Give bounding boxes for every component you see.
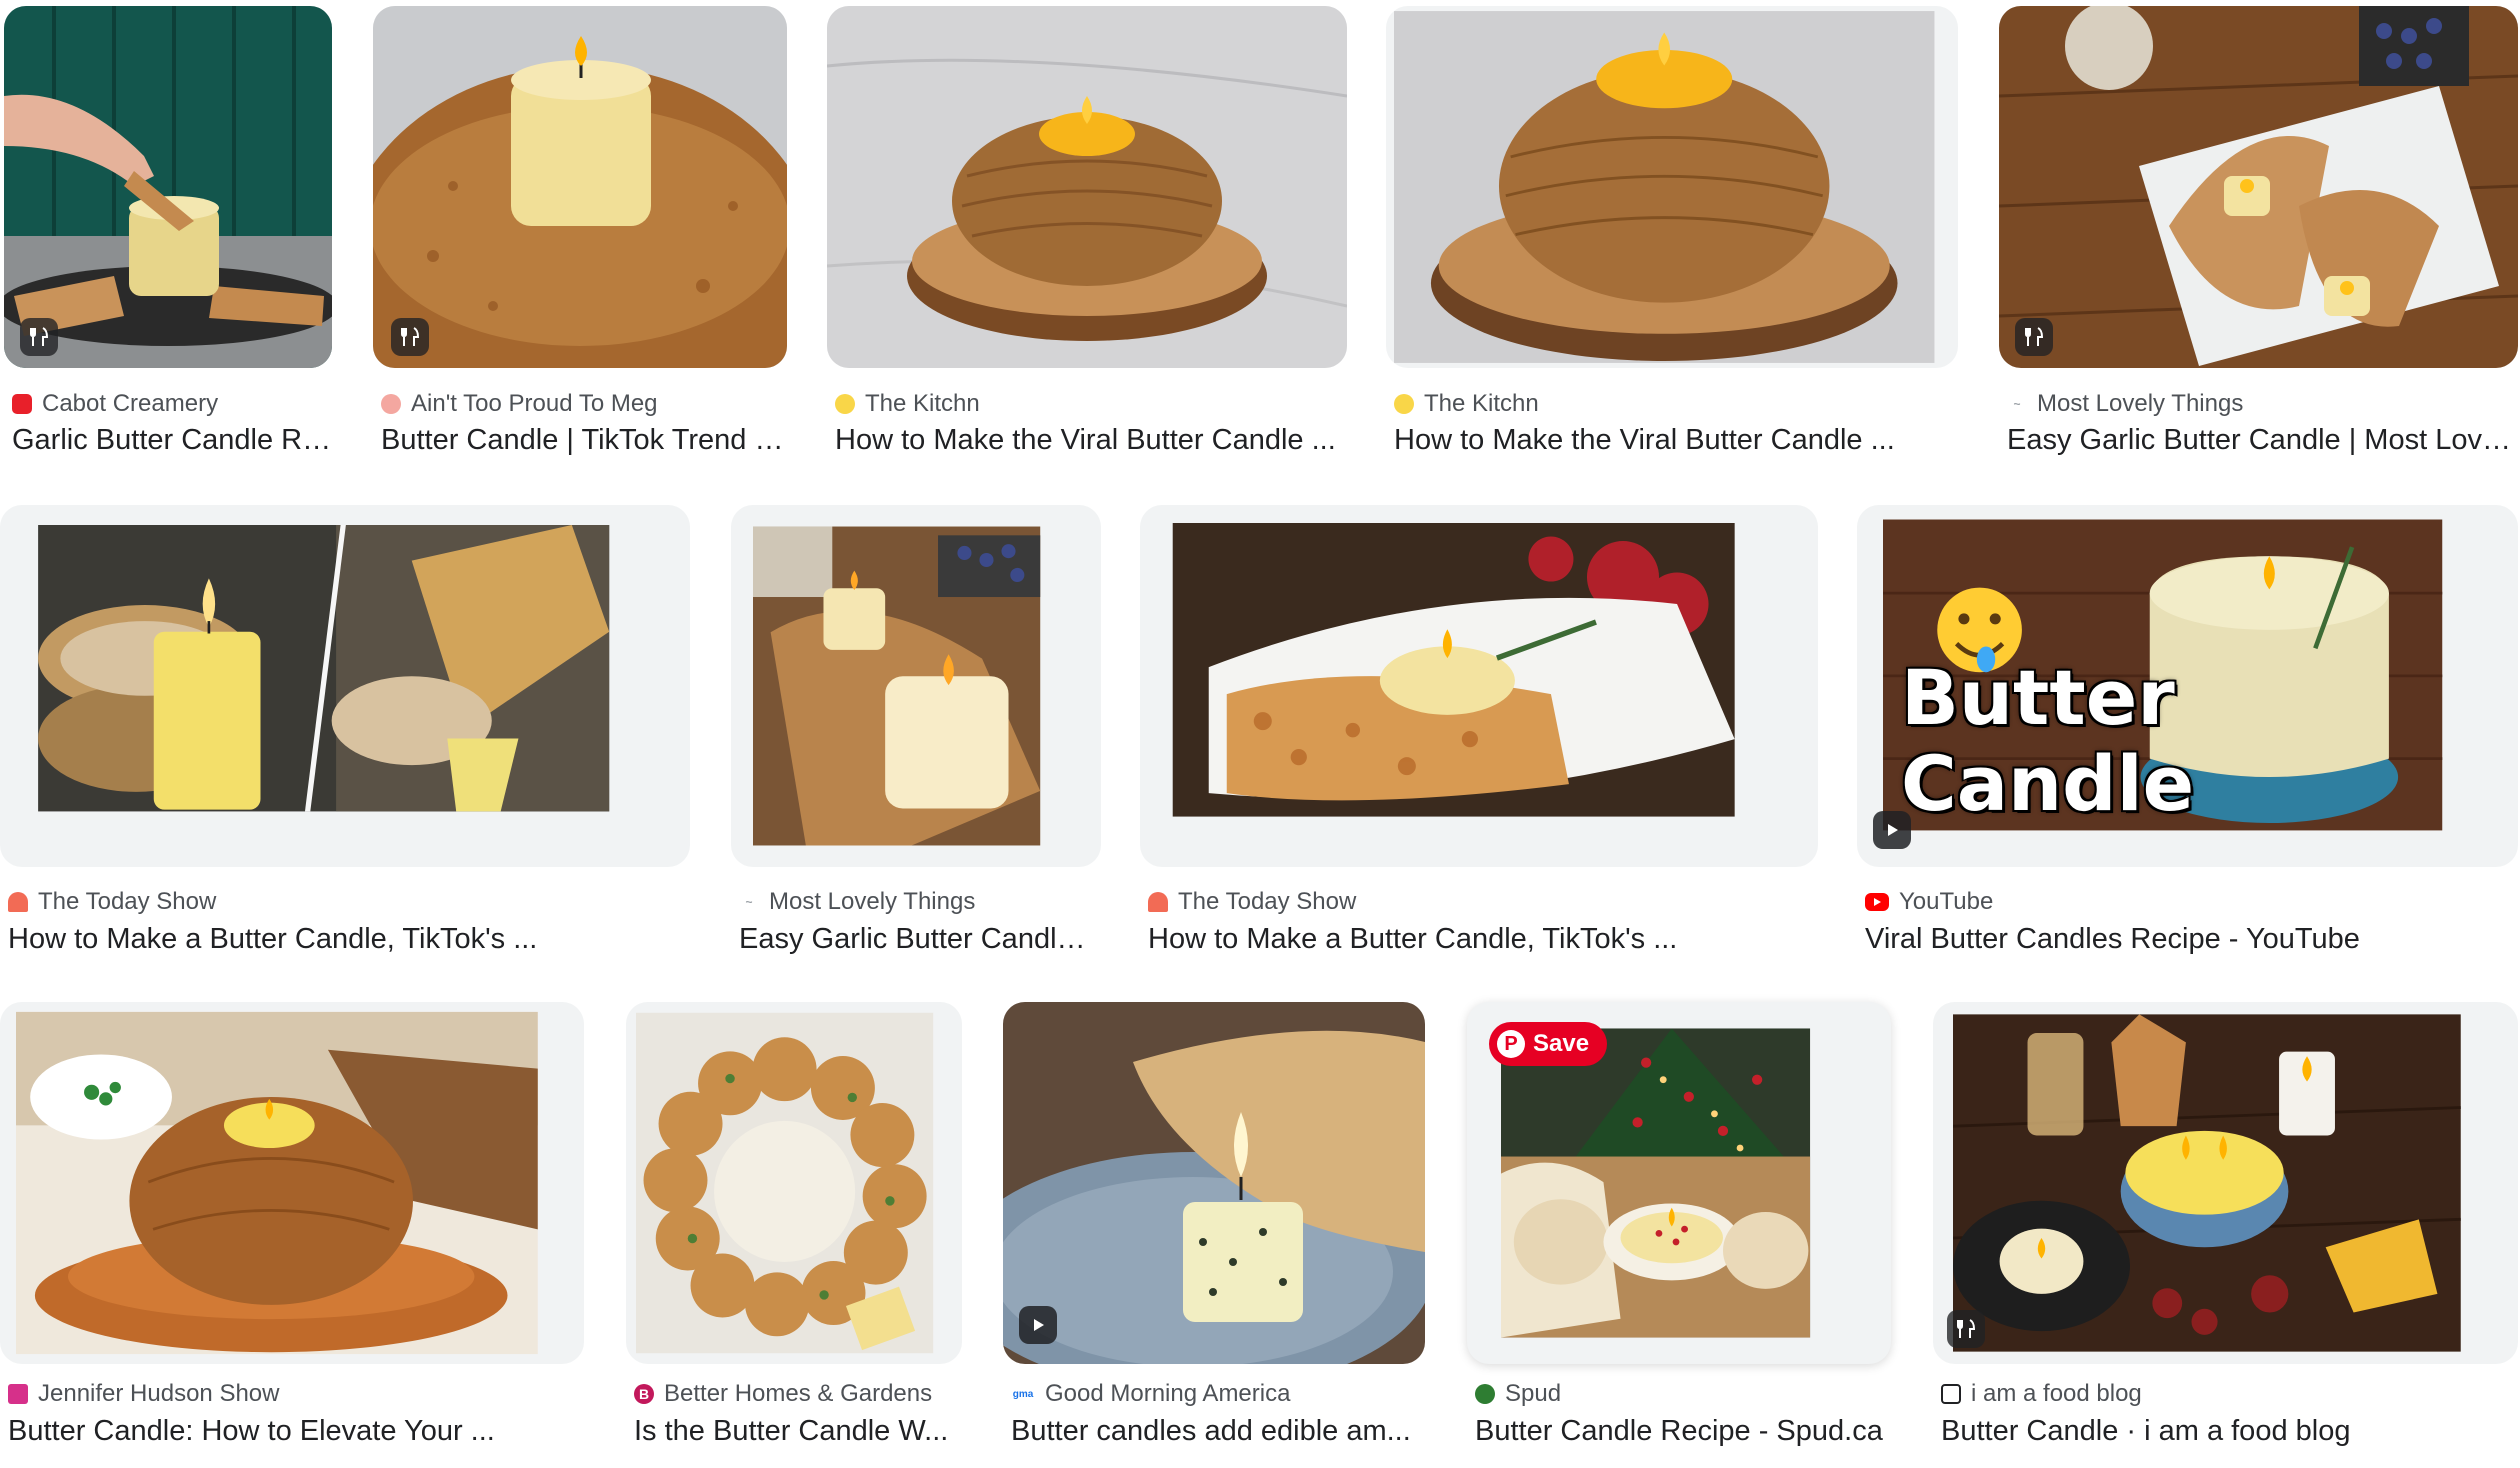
good-morning-america-favicon-icon: gma — [1012, 1388, 1034, 1400]
result-title[interactable]: Viral Butter Candles Recipe - YouTube — [1865, 919, 2515, 959]
result-source[interactable]: ~ Most Lovely Things — [2007, 387, 2243, 421]
result-source[interactable]: Ain't Too Proud To Meg — [381, 387, 658, 421]
result-source[interactable]: ~ Most Lovely Things — [739, 885, 975, 919]
result-title[interactable]: How to Make the Viral Butter Candle ... — [1394, 420, 1959, 460]
i-am-a-food-blog-favicon-icon — [1941, 1384, 1961, 1404]
result-title[interactable]: Butter Candle: How to Elevate Your ... — [8, 1411, 583, 1451]
spud-favicon-icon — [1475, 1384, 1495, 1404]
pinterest-icon: P — [1497, 1030, 1525, 1058]
recipe-icon — [20, 318, 58, 356]
result-image — [1172, 523, 1735, 817]
jennifer-hudson-favicon-icon — [8, 1384, 28, 1404]
result-title[interactable]: How to Make a Butter Candle, TikTok's ..… — [1148, 919, 1818, 959]
result-image — [753, 526, 1041, 846]
image-result-card[interactable]: B Better Homes & Gardens Is the Butter C… — [626, 1002, 962, 1462]
recipe-icon — [1947, 1310, 1985, 1348]
most-lovely-things-favicon-icon: ~ — [745, 895, 753, 909]
result-source[interactable]: B Better Homes & Gardens — [634, 1377, 932, 1411]
result-source[interactable]: Cabot Creamery — [12, 387, 218, 421]
result-source[interactable]: The Today Show — [1148, 885, 1356, 919]
youtube-favicon-icon — [1865, 893, 1889, 911]
result-image — [4, 6, 332, 368]
result-thumbnail[interactable] — [1003, 1002, 1425, 1364]
the-kitchn-favicon-icon — [835, 394, 855, 414]
image-result-card[interactable]: ~ Most Lovely Things Easy Garlic Butter … — [731, 505, 1101, 965]
cabot-favicon-icon — [12, 394, 32, 414]
result-source[interactable]: gma Good Morning America — [1011, 1377, 1291, 1411]
image-result-card[interactable]: Butter Candle YouTube Viral Butter Candl… — [1857, 505, 2518, 965]
result-image — [16, 1011, 538, 1355]
result-image — [1953, 1014, 2461, 1352]
result-source[interactable]: The Today Show — [8, 885, 216, 919]
result-thumbnail[interactable] — [0, 505, 690, 867]
video-overlay-title: Butter Candle — [1901, 653, 2195, 828]
result-source[interactable]: YouTube — [1865, 885, 1993, 919]
result-title[interactable]: Butter candles add edible am... — [1011, 1411, 1425, 1451]
result-thumbnail[interactable]: Butter Candle — [1857, 505, 2518, 867]
image-result-card[interactable]: The Kitchn How to Make the Viral Butter … — [827, 6, 1347, 466]
result-thumbnail[interactable] — [626, 1002, 962, 1364]
image-result-card[interactable]: The Kitchn How to Make the Viral Butter … — [1386, 6, 1958, 466]
result-image — [373, 6, 787, 368]
play-icon — [1873, 811, 1911, 849]
result-thumbnail[interactable] — [0, 1002, 584, 1364]
image-result-card[interactable]: ~ Most Lovely Things Easy Garlic Butter … — [1999, 6, 2519, 466]
result-title[interactable]: How to Make a Butter Candle, TikTok's ..… — [8, 919, 688, 959]
result-title[interactable]: Is the Butter Candle W... — [634, 1411, 964, 1451]
today-show-favicon-icon — [1148, 892, 1168, 912]
most-lovely-things-favicon-icon: ~ — [2013, 397, 2021, 411]
result-source[interactable]: The Kitchn — [1394, 387, 1539, 421]
result-title[interactable]: Easy Garlic Butter Candle ... — [739, 919, 1101, 959]
image-result-card[interactable]: The Today Show How to Make a Butter Cand… — [1140, 505, 1818, 965]
result-source[interactable]: Spud — [1475, 1377, 1561, 1411]
result-source[interactable]: The Kitchn — [835, 387, 980, 421]
result-image — [1999, 6, 2518, 368]
result-image — [1394, 11, 1935, 363]
result-thumbnail[interactable]: P Save — [1467, 1002, 1891, 1364]
result-title[interactable]: How to Make the Viral Butter Candle ... — [835, 420, 1350, 460]
recipe-icon — [391, 318, 429, 356]
result-thumbnail[interactable] — [1999, 6, 2518, 368]
result-title[interactable]: Butter Candle · i am a food blog — [1941, 1411, 2516, 1451]
result-image — [1003, 1002, 1425, 1364]
result-source[interactable]: Jennifer Hudson Show — [8, 1377, 279, 1411]
image-result-card[interactable]: Jennifer Hudson Show Butter Candle: How … — [0, 1002, 584, 1462]
result-image — [636, 1012, 934, 1354]
result-title[interactable]: Easy Garlic Butter Candle | Most Love... — [2007, 420, 2519, 460]
recipe-icon — [2015, 318, 2053, 356]
image-result-card[interactable]: gma Good Morning America Butter candles … — [1003, 1002, 1425, 1462]
the-kitchn-favicon-icon — [1394, 394, 1414, 414]
result-thumbnail[interactable] — [1140, 505, 1818, 867]
result-thumbnail[interactable] — [373, 6, 787, 368]
result-title[interactable]: Butter Candle | TikTok Trend |... — [381, 420, 786, 460]
result-image — [38, 525, 610, 812]
image-result-card[interactable]: Ain't Too Proud To Meg Butter Candle | T… — [373, 6, 787, 466]
play-icon — [1019, 1306, 1057, 1344]
result-thumbnail[interactable] — [731, 505, 1101, 867]
result-image — [827, 6, 1347, 368]
better-homes-gardens-favicon-icon: B — [634, 1384, 654, 1404]
image-result-card[interactable]: i am a food blog Butter Candle · i am a … — [1933, 1002, 2518, 1462]
pinterest-save-button[interactable]: P Save — [1489, 1022, 1608, 1066]
image-result-card[interactable]: The Today Show How to Make a Butter Cand… — [0, 505, 690, 965]
result-title[interactable]: Garlic Butter Candle Re... — [12, 420, 332, 460]
result-source[interactable]: i am a food blog — [1941, 1377, 2142, 1411]
result-title[interactable]: Butter Candle Recipe - Spud.ca — [1475, 1411, 1891, 1451]
result-thumbnail[interactable] — [4, 6, 332, 368]
today-show-favicon-icon — [8, 892, 28, 912]
result-thumbnail[interactable] — [1933, 1002, 2518, 1364]
image-results-grid: Cabot Creamery Garlic Butter Candle Re..… — [0, 0, 2520, 1468]
image-result-card[interactable]: P Save Spud Butter Candle Recipe - Spud.… — [1467, 1002, 1891, 1462]
image-result-card[interactable]: Cabot Creamery Garlic Butter Candle Re..… — [4, 6, 332, 466]
result-thumbnail[interactable] — [827, 6, 1347, 368]
result-thumbnail[interactable] — [1386, 6, 1958, 368]
aint-too-proud-favicon-icon — [381, 394, 401, 414]
